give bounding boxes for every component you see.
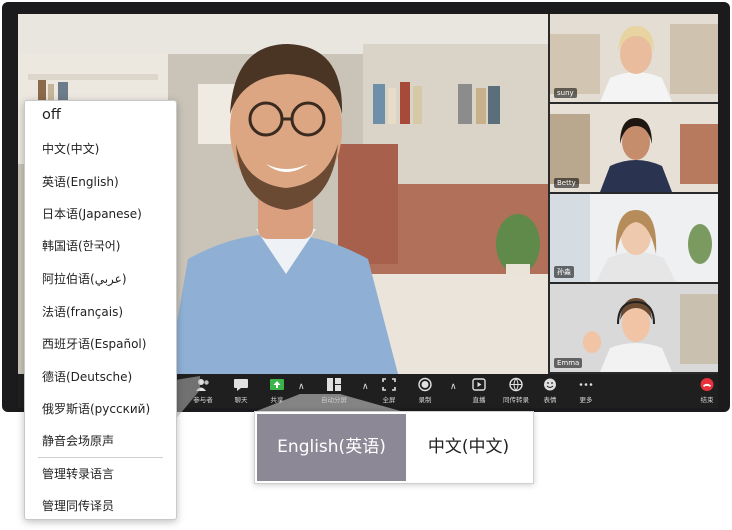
participant-name: Betty [554, 178, 579, 188]
interpretation-icon [509, 377, 523, 392]
live-icon [472, 378, 486, 391]
emoji-icon [544, 378, 556, 391]
participants-button[interactable]: 参与者 [185, 377, 221, 407]
mute-original-audio-option[interactable]: 静音会场原声 [42, 432, 114, 449]
participant-tile[interactable]: Betty [550, 104, 718, 192]
share-options-caret[interactable]: ∧ [298, 382, 305, 392]
participants-label: 参与者 [193, 396, 213, 404]
language-option[interactable]: 阿拉伯语(عربي) [42, 270, 127, 287]
record-icon [418, 377, 432, 392]
live-button[interactable]: 直播 [461, 377, 497, 407]
end-call-icon [700, 378, 714, 391]
split-screen-icon [327, 378, 341, 391]
language-option[interactable]: 德语(Deutsche) [42, 368, 132, 385]
interpretation-button[interactable]: 同传转录 [498, 377, 534, 407]
record-label: 录制 [418, 396, 432, 404]
manage-interpreters[interactable]: 管理同传译员 [42, 497, 114, 514]
split-options-caret[interactable]: ∧ [362, 382, 369, 392]
more-button[interactable]: 更多 [568, 377, 604, 407]
participant-tile[interactable]: 孙淼 [550, 194, 718, 282]
fullscreen-button[interactable]: 全屏 [371, 377, 407, 407]
language-toggle-active[interactable]: English(英语) [257, 414, 406, 481]
chat-label: 聊天 [234, 396, 248, 404]
record-options-caret[interactable]: ∧ [450, 382, 457, 392]
language-option[interactable]: 俄罗斯语(русский) [42, 400, 150, 417]
participant-name: 孙淼 [554, 266, 574, 278]
language-option[interactable]: off [42, 107, 61, 123]
participant-thumbnails: suny Betty 孙淼 Emma [550, 14, 718, 374]
more-label: 更多 [579, 396, 593, 404]
language-option[interactable]: 西班牙语(Español) [42, 335, 146, 352]
share-icon [270, 379, 284, 390]
language-toggle-inactive[interactable]: 中文(中文) [406, 414, 531, 481]
end-meeting-button[interactable]: 结束 [689, 377, 718, 407]
fullscreen-label: 全屏 [382, 396, 396, 404]
language-option[interactable]: 英语(English) [42, 173, 119, 190]
reaction-button[interactable]: 表情 [532, 377, 568, 407]
language-option[interactable]: 中文(中文) [42, 140, 99, 157]
share-button[interactable]: 共享 [259, 377, 295, 407]
chat-button[interactable]: 聊天 [223, 377, 259, 407]
live-label: 直播 [472, 396, 486, 404]
language-toggle: English(英语) 中文(中文) [254, 411, 534, 484]
participant-tile[interactable]: suny [550, 14, 718, 102]
menu-divider [38, 457, 163, 458]
chat-icon [234, 379, 248, 391]
participant-name: suny [554, 88, 577, 98]
manage-transcription-languages[interactable]: 管理转录语言 [42, 465, 114, 482]
record-button[interactable]: 录制 [407, 377, 443, 407]
language-option[interactable]: 日本语(Japanese) [42, 205, 142, 222]
reaction-label: 表情 [543, 396, 557, 404]
more-icon [579, 383, 593, 386]
share-label: 共享 [270, 396, 284, 404]
interpretation-language-menu: off 中文(中文) 英语(English) 日本语(Japanese) 韩国语… [24, 100, 177, 520]
interpretation-label: 同传转录 [503, 396, 529, 404]
language-option[interactable]: 韩国语(한국어) [42, 237, 120, 254]
participants-icon [196, 379, 209, 391]
auto-split-button[interactable]: 自动分屏 [316, 377, 352, 407]
participant-tile[interactable]: Emma [550, 284, 718, 372]
auto-split-label: 自动分屏 [321, 396, 347, 404]
fullscreen-icon [382, 378, 396, 391]
participant-name: Emma [554, 358, 583, 368]
end-meeting-label: 结束 [700, 396, 714, 404]
language-option[interactable]: 法语(français) [42, 303, 123, 320]
